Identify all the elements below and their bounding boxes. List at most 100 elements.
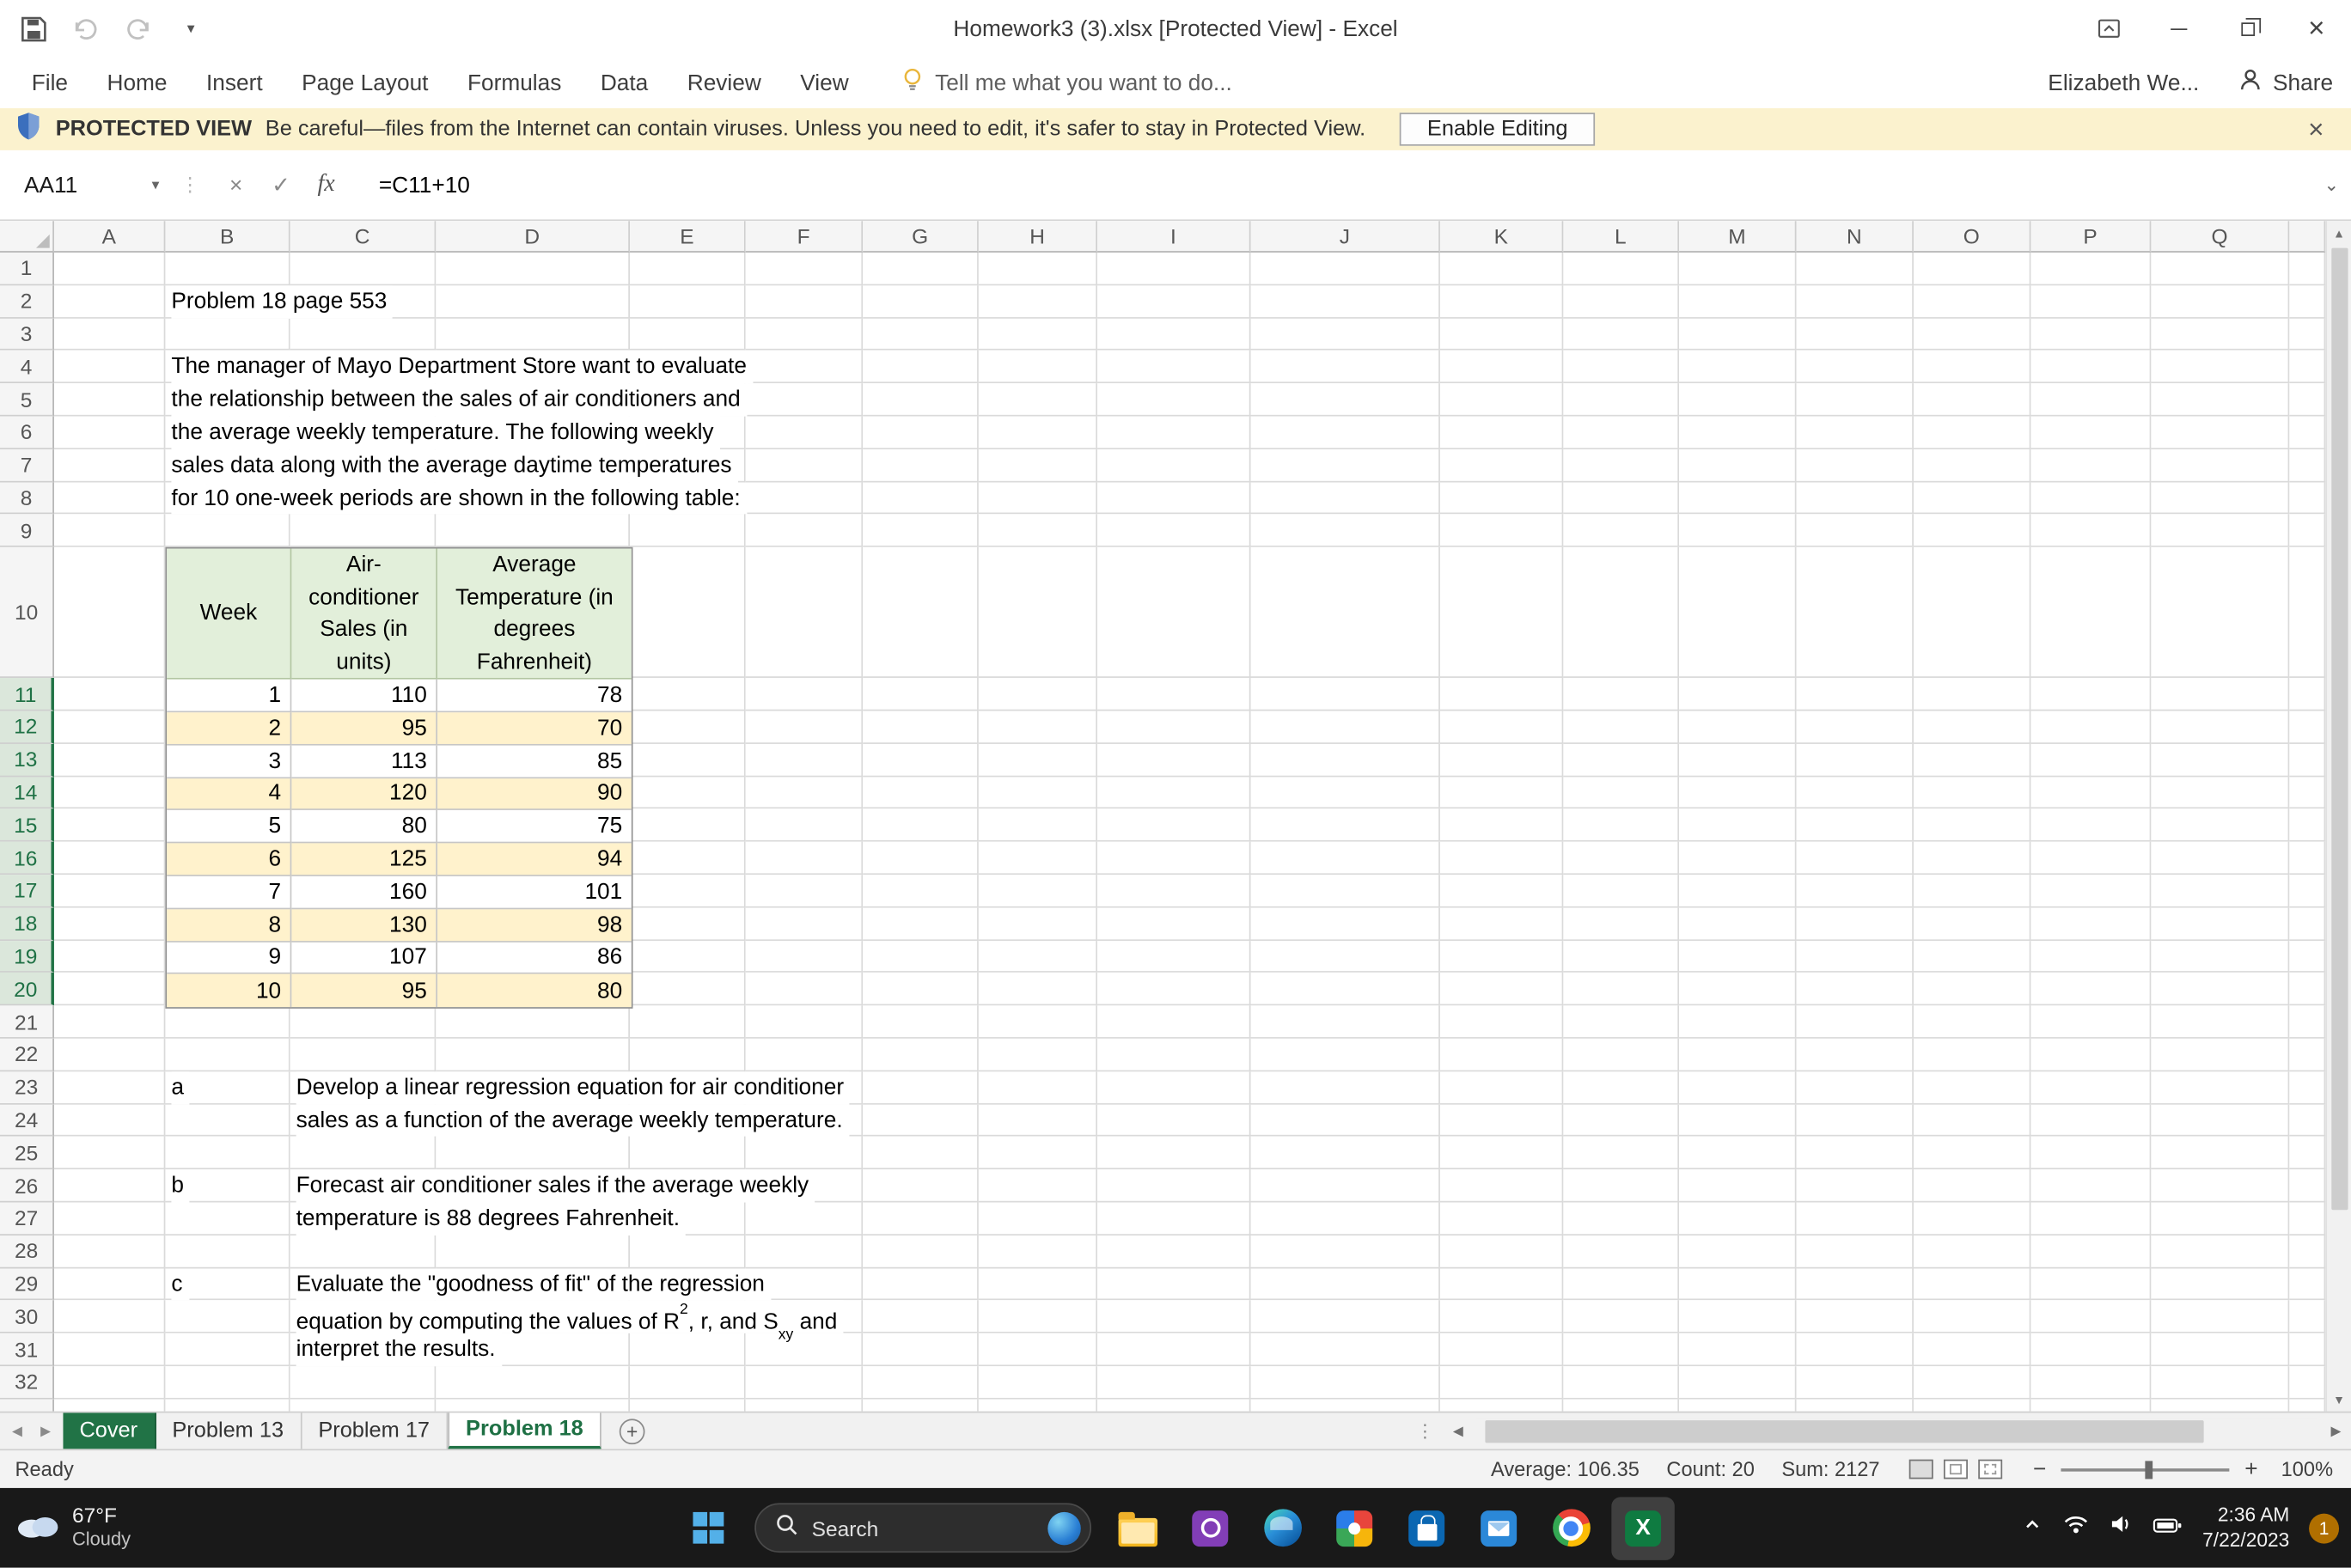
cell-J25[interactable] [1251,1137,1440,1169]
cell-H19[interactable] [979,940,1097,973]
horizontal-scroll-track[interactable] [1476,1419,2318,1444]
sheet-tab-problem-18[interactable]: Problem 18 [448,1412,601,1449]
cell-O20[interactable] [1914,973,2030,1006]
cell-H27[interactable] [979,1203,1097,1235]
cell-A17[interactable] [54,875,165,907]
prev-sheet-icon[interactable]: ◀ [12,1423,22,1439]
cell-N16[interactable] [1797,842,1914,875]
row-header-32[interactable]: 32 [0,1366,54,1399]
cell-N4[interactable] [1797,351,1914,383]
cell-G4[interactable] [863,351,979,383]
cell-M23[interactable] [1679,1071,1796,1104]
cell-H5[interactable] [979,383,1097,416]
cell-K31[interactable] [1440,1333,1563,1366]
table-cell-B15[interactable]: 5 [167,811,291,844]
new-sheet-button[interactable]: + [620,1419,645,1444]
battery-icon[interactable] [2153,1515,2183,1541]
cell-K9[interactable] [1440,515,1563,547]
cell-J30[interactable] [1251,1301,1440,1333]
cell-B31[interactable] [165,1333,290,1366]
cell-G25[interactable] [863,1137,979,1169]
ribbon-tab-home[interactable]: Home [88,57,186,107]
cell-J16[interactable] [1251,842,1440,875]
cell-J27[interactable] [1251,1203,1440,1235]
cell-Q23[interactable] [2151,1071,2289,1104]
cell-P30[interactable] [2030,1301,2151,1333]
cell-H11[interactable] [979,678,1097,711]
cell-E18[interactable] [630,907,746,940]
taskbar-excel-icon[interactable] [1611,1497,1674,1559]
cell-F25[interactable] [746,1137,863,1169]
cell-A16[interactable] [54,842,165,875]
cell-L1[interactable] [1563,253,1679,285]
cell-P27[interactable] [2030,1203,2151,1235]
cell-N19[interactable] [1797,940,1914,973]
cell-N8[interactable] [1797,482,1914,515]
cell-L26[interactable] [1563,1169,1679,1202]
cell-N9[interactable] [1797,515,1914,547]
cell-G11[interactable] [863,678,979,711]
cell-D2[interactable] [436,285,630,318]
cell-K8[interactable] [1440,482,1563,515]
formula-bar-expand-icon[interactable]: ⌄ [2324,174,2339,195]
table-cell-D17[interactable]: 101 [437,876,632,909]
cell-N31[interactable] [1797,1333,1914,1366]
column-header-H[interactable]: H [979,221,1097,253]
cell-N6[interactable] [1797,417,1914,449]
cell-Q3[interactable] [2151,318,2289,351]
cell-N33[interactable] [1797,1399,1914,1411]
cell-J4[interactable] [1251,351,1440,383]
cell-E13[interactable] [630,744,746,777]
sheet-tab-problem-13[interactable]: Problem 13 [156,1412,302,1449]
cell-N15[interactable] [1797,809,1914,842]
cell-O21[interactable] [1914,1006,2030,1039]
cell-E14[interactable] [630,777,746,809]
cell-M28[interactable] [1679,1235,1796,1268]
cell-J12[interactable] [1251,711,1440,743]
cell-Q10[interactable] [2151,547,2289,678]
cell-A24[interactable] [54,1104,165,1137]
column-header-I[interactable]: I [1097,221,1250,253]
column-header-B[interactable]: B [165,221,290,253]
cell-A10[interactable] [54,547,165,678]
cell-H13[interactable] [979,744,1097,777]
cell-I27[interactable] [1097,1203,1250,1235]
cell-F9[interactable] [746,515,863,547]
cell-B22[interactable] [165,1039,290,1071]
cell-J6[interactable] [1251,417,1440,449]
cell-K13[interactable] [1440,744,1563,777]
cell-L10[interactable] [1563,547,1679,678]
cell-G27[interactable] [863,1203,979,1235]
cell-L16[interactable] [1563,842,1679,875]
cell-O17[interactable] [1914,875,2030,907]
cell-K18[interactable] [1440,907,1563,940]
cell-H2[interactable] [979,285,1097,318]
cell-H30[interactable] [979,1301,1097,1333]
next-sheet-icon[interactable]: ▶ [40,1423,51,1439]
cell-N21[interactable] [1797,1006,1914,1039]
cell-M24[interactable] [1679,1104,1796,1137]
cell-L21[interactable] [1563,1006,1679,1039]
table-cell-C20[interactable]: 95 [291,974,437,1007]
cell-K11[interactable] [1440,678,1563,711]
cell-L29[interactable] [1563,1268,1679,1301]
cell-H23[interactable] [979,1071,1097,1104]
cell-M5[interactable] [1679,383,1796,416]
cell-N14[interactable] [1797,777,1914,809]
cell-K24[interactable] [1440,1104,1563,1137]
cell-I28[interactable] [1097,1235,1250,1268]
cell-J7[interactable] [1251,449,1440,482]
cell-L11[interactable] [1563,678,1679,711]
cell-B9[interactable] [165,515,290,547]
row-header-6[interactable]: 6 [0,417,54,449]
cell-J28[interactable] [1251,1235,1440,1268]
cell-J32[interactable] [1251,1366,1440,1399]
cell-F27[interactable] [746,1203,863,1235]
cell-J17[interactable] [1251,875,1440,907]
row-header-28[interactable]: 28 [0,1235,54,1268]
cell-J1[interactable] [1251,253,1440,285]
cell-I8[interactable] [1097,482,1250,515]
cell-A32[interactable] [54,1366,165,1399]
cell-B32[interactable] [165,1366,290,1399]
cell-A9[interactable] [54,515,165,547]
